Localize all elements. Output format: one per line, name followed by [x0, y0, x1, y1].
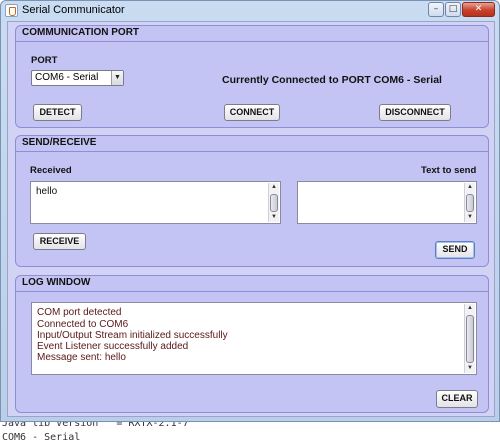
content-pane: COMMUNICATION PORT PORT COM6 - Serial ▼ …	[7, 21, 495, 417]
disconnect-button[interactable]: DISCONNECT	[379, 104, 451, 121]
panel-divider	[16, 151, 488, 152]
send-textarea[interactable]: ▲ ▼	[297, 181, 477, 224]
port-label: PORT	[31, 55, 58, 66]
port-select[interactable]: COM6 - Serial ▼	[31, 70, 124, 86]
scroll-thumb[interactable]	[466, 315, 474, 363]
clear-button[interactable]: CLEAR	[436, 390, 478, 408]
log-line: Input/Output Stream initialized successf…	[37, 330, 228, 341]
chevron-down-icon[interactable]: ▼	[111, 71, 123, 85]
log-window-title: LOG WINDOW	[22, 277, 91, 288]
scroll-down-icon[interactable]: ▼	[465, 213, 475, 222]
received-text: hello	[36, 186, 58, 197]
communication-port-title: COMMUNICATION PORT	[22, 27, 140, 38]
close-button[interactable]: ✕	[462, 2, 495, 17]
received-textarea[interactable]: hello ▲ ▼	[30, 181, 281, 224]
terminal-line-2: COM6 - Serial	[2, 432, 81, 443]
send-scrollbar[interactable]: ▲ ▼	[464, 183, 475, 222]
scroll-thumb[interactable]	[466, 194, 474, 212]
log-line: Message sent: hello	[37, 352, 126, 363]
scroll-down-icon[interactable]: ▼	[269, 213, 279, 222]
panel-divider	[16, 291, 488, 292]
send-receive-panel: SEND/RECEIVE Received Text to send hello…	[15, 135, 489, 267]
connect-button[interactable]: CONNECT	[224, 104, 280, 121]
log-scrollbar[interactable]: ▲ ▼	[464, 304, 475, 373]
detect-button[interactable]: DETECT	[33, 104, 82, 121]
log-line: Connected to COM6	[37, 319, 129, 330]
log-line: Event Listener successfully added	[37, 341, 189, 352]
title-bar[interactable]: Serial Communicator – □ ✕	[1, 1, 499, 21]
coffee-cup-icon	[5, 4, 18, 17]
port-select-value: COM6 - Serial	[35, 72, 99, 83]
receive-button[interactable]: RECEIVE	[33, 233, 86, 250]
log-textarea[interactable]: COM port detected Connected to COM6 Inpu…	[31, 302, 477, 375]
received-label: Received	[30, 165, 72, 176]
serial-communicator-window: Serial Communicator – □ ✕ COMMUNICATION …	[0, 0, 500, 422]
scroll-up-icon[interactable]: ▲	[465, 183, 475, 192]
scroll-down-icon[interactable]: ▼	[465, 364, 475, 373]
received-scrollbar[interactable]: ▲ ▼	[268, 183, 279, 222]
connection-status: Currently Connected to PORT COM6 - Seria…	[222, 74, 442, 86]
panel-divider	[16, 41, 488, 42]
window-title: Serial Communicator	[22, 4, 125, 16]
scroll-up-icon[interactable]: ▲	[465, 304, 475, 313]
scroll-up-icon[interactable]: ▲	[269, 183, 279, 192]
maximize-button[interactable]: □	[445, 2, 461, 17]
text-to-send-label: Text to send	[421, 165, 477, 176]
send-receive-title: SEND/RECEIVE	[22, 137, 97, 148]
communication-port-panel: COMMUNICATION PORT PORT COM6 - Serial ▼ …	[15, 25, 489, 128]
minimize-button[interactable]: –	[428, 2, 444, 17]
scroll-thumb[interactable]	[270, 194, 278, 212]
send-button[interactable]: SEND	[435, 241, 475, 259]
log-line: COM port detected	[37, 307, 122, 318]
log-window-panel: LOG WINDOW COM port detected Connected t…	[15, 275, 489, 413]
